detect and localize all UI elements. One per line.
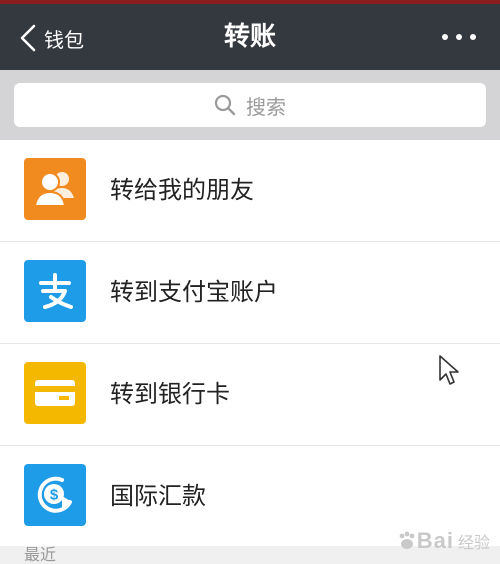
watermark-text: Bai bbox=[416, 528, 454, 553]
back-label: 钱包 bbox=[44, 27, 84, 52]
option-transfer-to-alipay[interactable]: 转到支付宝账户 bbox=[0, 242, 500, 344]
option-label: 国际汇款 bbox=[110, 482, 206, 510]
back-button[interactable]: 钱包 bbox=[20, 22, 84, 54]
mouse-cursor-icon bbox=[438, 354, 460, 390]
baidu-watermark: Bai 经验 bbox=[397, 528, 490, 554]
search-icon bbox=[214, 94, 236, 116]
svg-text:$: $ bbox=[50, 487, 59, 504]
friends-icon bbox=[24, 158, 86, 220]
chevron-left-icon bbox=[20, 24, 36, 52]
navbar: 钱包 转账 bbox=[0, 4, 500, 70]
more-button[interactable] bbox=[442, 22, 476, 52]
option-transfer-to-friend[interactable]: 转给我的朋友 bbox=[0, 140, 500, 242]
option-label: 转到银行卡 bbox=[110, 380, 230, 408]
recent-label: 最近 bbox=[24, 545, 57, 564]
more-icon-dot bbox=[456, 34, 462, 40]
alipay-icon bbox=[24, 260, 86, 322]
more-icon-dot bbox=[470, 34, 476, 40]
search-placeholder: 搜索 bbox=[246, 94, 286, 119]
search-area: 搜索 bbox=[0, 70, 500, 140]
option-transfer-to-bank-card[interactable]: 转到银行卡 bbox=[0, 344, 500, 446]
option-label: 转给我的朋友 bbox=[110, 176, 254, 204]
international-remittance-icon: $ bbox=[24, 464, 86, 526]
search-input[interactable]: 搜索 bbox=[14, 83, 486, 127]
watermark-sub: 经验 bbox=[457, 533, 490, 552]
more-icon bbox=[442, 34, 448, 40]
option-label: 转到支付宝账户 bbox=[110, 278, 278, 306]
bank-card-icon bbox=[24, 362, 86, 424]
paw-icon bbox=[399, 531, 415, 549]
transfer-options-list: 转给我的朋友 转到支付宝账户 转到银行卡 $ 国际汇款 bbox=[0, 140, 500, 547]
